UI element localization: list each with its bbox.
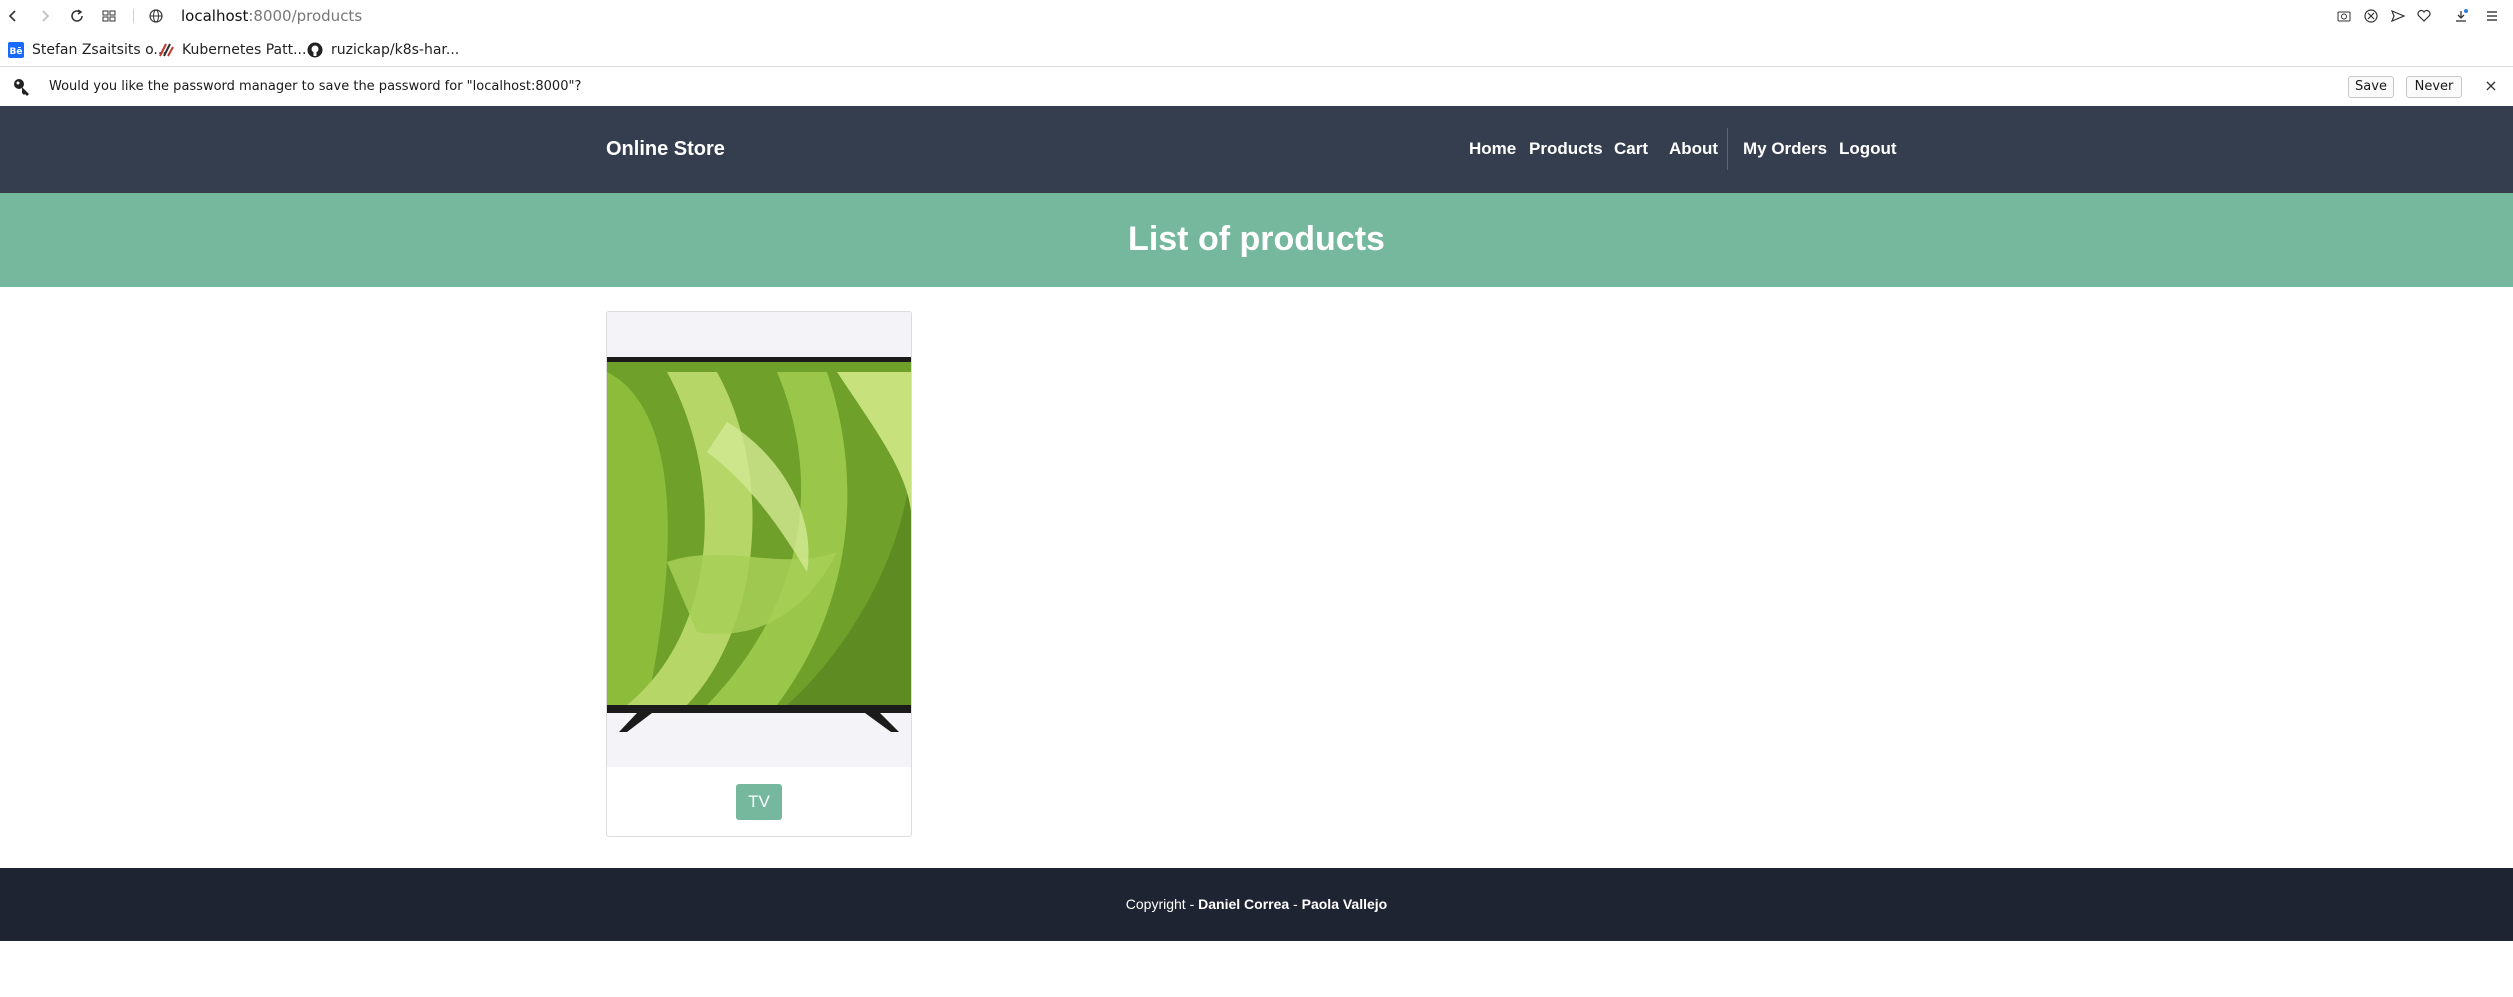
toolbar-divider (133, 9, 134, 23)
bookmark-label: Stefan Zsaitsits o... (32, 42, 167, 58)
product-name-button[interactable]: TV (736, 784, 782, 820)
nav-about[interactable]: About (1669, 138, 1718, 160)
reload-icon[interactable] (67, 6, 87, 26)
copyright-prefix: Copyright - (1125, 896, 1199, 912)
key-icon (12, 77, 32, 97)
send-icon[interactable] (2388, 6, 2408, 26)
nav-my-orders[interactable]: My Orders (1743, 138, 1827, 160)
nav-home[interactable]: Home (1469, 138, 1516, 160)
never-save-button[interactable]: Never (2406, 76, 2462, 98)
brand-link[interactable]: Online Store (606, 136, 725, 162)
site-footer: Copyright - Daniel Correa - Paola Vallej… (0, 868, 2513, 941)
url-host: localhost (181, 7, 249, 25)
page-title: List of products (1128, 220, 1385, 258)
product-card: TV (606, 311, 912, 837)
nav-logout[interactable]: Logout (1839, 138, 1897, 160)
copyright-text: Copyright - Daniel Correa - Paola Vallej… (0, 894, 2513, 914)
bookmark-item[interactable]: Kubernetes Patt... (158, 39, 306, 61)
url-path: :8000/products (248, 7, 363, 25)
github-icon (307, 42, 323, 58)
forward-icon[interactable] (35, 6, 55, 26)
heart-icon[interactable] (2414, 6, 2434, 26)
bookmarks-bar: Bē Stefan Zsaitsits o... Kubernetes Patt… (0, 37, 2513, 63)
password-infobar: Would you like the password manager to s… (0, 66, 2513, 106)
nav-products[interactable]: Products (1529, 138, 1603, 160)
globe-icon[interactable] (146, 6, 166, 26)
behance-icon: Bē (8, 42, 24, 58)
nav-cart[interactable]: Cart (1614, 138, 1648, 160)
bookmark-item[interactable]: ruzickap/k8s-har... (307, 39, 459, 61)
block-icon[interactable] (2361, 6, 2381, 26)
back-icon[interactable] (3, 6, 23, 26)
author-daniel-correa[interactable]: Daniel Correa (1198, 896, 1289, 912)
author-separator: - (1289, 896, 1302, 912)
download-icon[interactable] (2451, 6, 2471, 26)
svg-text:Bē: Bē (10, 47, 23, 57)
product-image[interactable] (607, 312, 911, 767)
menu-icon[interactable] (2482, 6, 2502, 26)
camera-icon[interactable] (2334, 6, 2354, 26)
kubernetes-patterns-icon (158, 42, 174, 58)
bookmark-item[interactable]: Bē Stefan Zsaitsits o... (8, 39, 167, 61)
site-navbar: Online Store Home Products Cart About My… (0, 106, 2513, 193)
close-icon[interactable]: × (2481, 76, 2501, 96)
nav-divider (1727, 128, 1728, 170)
bookmark-label: Kubernetes Patt... (182, 42, 307, 58)
author-paola-vallejo[interactable]: Paola Vallejo (1302, 896, 1388, 912)
browser-toolbar: localhost:8000/products (0, 0, 2513, 32)
save-password-button[interactable]: Save (2348, 76, 2394, 98)
infobar-message: Would you like the password manager to s… (49, 79, 582, 94)
address-bar[interactable]: localhost:8000/products (181, 6, 362, 26)
tab-grid-icon[interactable] (99, 6, 119, 26)
page-header: List of products (0, 193, 2513, 287)
bookmark-label: ruzickap/k8s-har... (331, 42, 460, 58)
